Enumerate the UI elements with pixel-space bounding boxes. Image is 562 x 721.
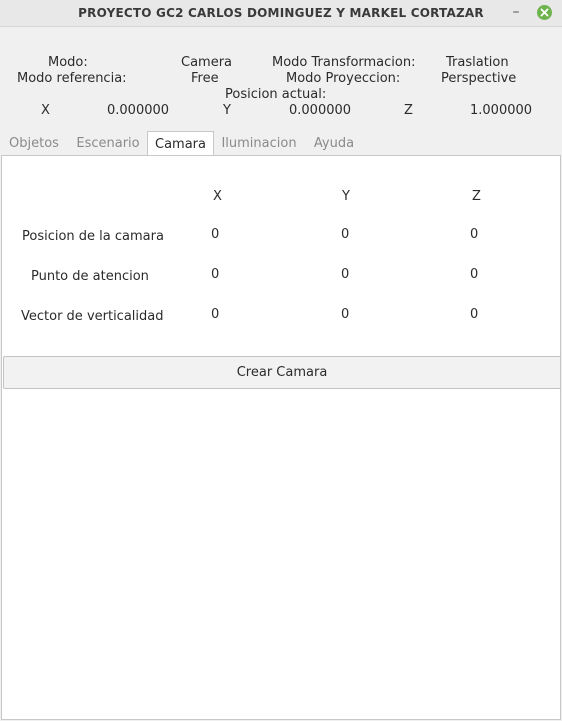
tab-escenario[interactable]: Escenario	[72, 131, 144, 156]
y-label: Y	[223, 103, 231, 118]
header-x: X	[213, 189, 222, 204]
atencion-z-field[interactable]: 0	[470, 267, 478, 282]
modo-label: Modo:	[48, 55, 88, 70]
tab-objetos[interactable]: Objetos	[4, 131, 64, 156]
modo-referencia-value: Free	[191, 71, 219, 86]
posicion-actual-label: Posicion actual:	[225, 87, 327, 102]
modo-referencia-label: Modo referencia:	[17, 71, 127, 86]
posicion-x-field[interactable]: 0	[211, 227, 219, 242]
verticalidad-z-field[interactable]: 0	[470, 307, 478, 322]
posicion-z-field[interactable]: 0	[470, 227, 478, 242]
close-icon	[540, 8, 549, 17]
row-label-atencion: Punto de atencion	[31, 269, 149, 284]
atencion-x-field[interactable]: 0	[211, 267, 219, 282]
close-button[interactable]	[537, 5, 552, 20]
verticalidad-x-field[interactable]: 0	[211, 307, 219, 322]
z-label: Z	[404, 103, 413, 118]
header-z: Z	[472, 189, 481, 204]
modo-transformacion-label: Modo Transformacion:	[272, 55, 416, 70]
window-title: PROYECTO GC2 CARLOS DOMINGUEZ Y MARKEL C…	[78, 6, 484, 20]
x-label: X	[41, 103, 50, 118]
title-bar: PROYECTO GC2 CARLOS DOMINGUEZ Y MARKEL C…	[0, 0, 562, 27]
tab-bar: Objetos Escenario Camara Iluminacion Ayu…	[0, 131, 562, 157]
camara-panel: X Y Z Posicion de la camara 0 0 0 Punto …	[1, 155, 561, 720]
modo-transformacion-value: Traslation	[446, 55, 509, 70]
modo-proyeccion-value: Perspective	[441, 71, 517, 86]
row-label-verticalidad: Vector de verticalidad	[21, 309, 164, 324]
posicion-y-field[interactable]: 0	[341, 227, 349, 242]
header-y: Y	[342, 189, 350, 204]
verticalidad-y-field[interactable]: 0	[341, 307, 349, 322]
tab-camara[interactable]: Camara	[147, 131, 214, 157]
tab-ayuda[interactable]: Ayuda	[308, 131, 360, 156]
z-value: 1.000000	[470, 103, 533, 118]
modo-value: Camera	[181, 55, 233, 70]
atencion-y-field[interactable]: 0	[341, 267, 349, 282]
crear-camara-button[interactable]: Crear Camara	[3, 356, 561, 389]
minimize-button[interactable]: –	[509, 3, 523, 21]
modo-proyeccion-label: Modo Proyeccion:	[286, 71, 401, 86]
tab-iluminacion[interactable]: Iluminacion	[219, 131, 299, 156]
x-value: 0.000000	[107, 103, 170, 118]
y-value: 0.000000	[289, 103, 352, 118]
row-label-posicion: Posicion de la camara	[22, 229, 164, 244]
